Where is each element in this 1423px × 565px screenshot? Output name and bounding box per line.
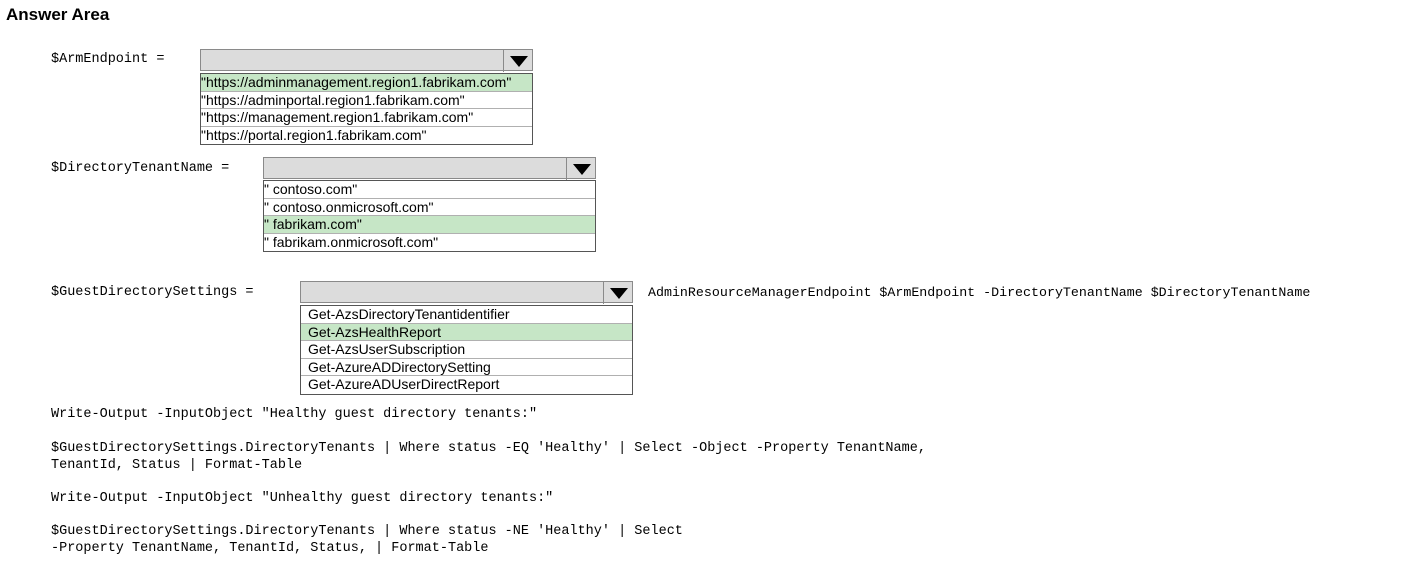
arm-endpoint-label: $ArmEndpoint =	[51, 52, 165, 67]
chevron-down-icon[interactable]	[566, 158, 596, 180]
guest-settings-suffix: AdminResourceManagerEndpoint $ArmEndpoin…	[648, 285, 1311, 300]
guest-settings-label: $GuestDirectorySettings =	[51, 285, 254, 300]
arm-endpoint-options: "https://adminmanagement.region1.fabrika…	[200, 73, 533, 145]
code-line-4a: $GuestDirectorySettings.DirectoryTenants…	[51, 524, 683, 539]
guest-option[interactable]: Get-AzureADDirectorySetting	[301, 359, 632, 376]
tenant-option[interactable]: " fabrikam.com"	[264, 216, 595, 234]
tenant-name-label: $DirectoryTenantName =	[51, 161, 230, 176]
guest-settings-options: Get-AzsDirectoryTenantidentifier Get-Azs…	[300, 305, 633, 395]
guest-option[interactable]: Get-AzureADUserDirectReport	[301, 376, 632, 394]
code-line-3: Write-Output -InputObject "Unhealthy gue…	[51, 491, 554, 506]
code-line-2a: $GuestDirectorySettings.DirectoryTenants…	[51, 441, 926, 456]
chevron-down-icon[interactable]	[603, 282, 633, 304]
tenant-option[interactable]: " contoso.onmicrosoft.com"	[264, 199, 595, 216]
tenant-name-dropdown-header[interactable]	[263, 157, 596, 180]
arm-option[interactable]: "https://adminportal.region1.fabrikam.co…	[201, 92, 532, 109]
arm-option[interactable]: "https://portal.region1.fabrikam.com"	[201, 127, 532, 145]
tenant-option[interactable]: " contoso.com"	[264, 181, 595, 199]
guest-option[interactable]: Get-AzsHealthReport	[301, 323, 632, 341]
code-line-1: Write-Output -InputObject "Healthy guest…	[51, 407, 538, 422]
arm-option[interactable]: "https://adminmanagement.region1.fabrika…	[201, 74, 532, 92]
guest-option[interactable]: Get-AzsUserSubscription	[301, 341, 632, 359]
chevron-down-icon[interactable]	[503, 50, 533, 72]
guest-settings-dropdown-header[interactable]	[300, 281, 633, 304]
answer-area-title: Answer Area	[6, 5, 110, 24]
tenant-name-options: " contoso.com" " contoso.onmicrosoft.com…	[263, 180, 596, 252]
code-line-2b: TenantId, Status | Format-Table	[51, 458, 303, 473]
guest-option[interactable]: Get-AzsDirectoryTenantidentifier	[301, 306, 632, 324]
tenant-option[interactable]: " fabrikam.onmicrosoft.com"	[264, 234, 595, 252]
code-line-4b: -Property TenantName, TenantId, Status, …	[51, 541, 489, 556]
arm-option[interactable]: "https://management.region1.fabrikam.com…	[201, 109, 532, 127]
arm-endpoint-dropdown-header[interactable]	[200, 49, 533, 72]
